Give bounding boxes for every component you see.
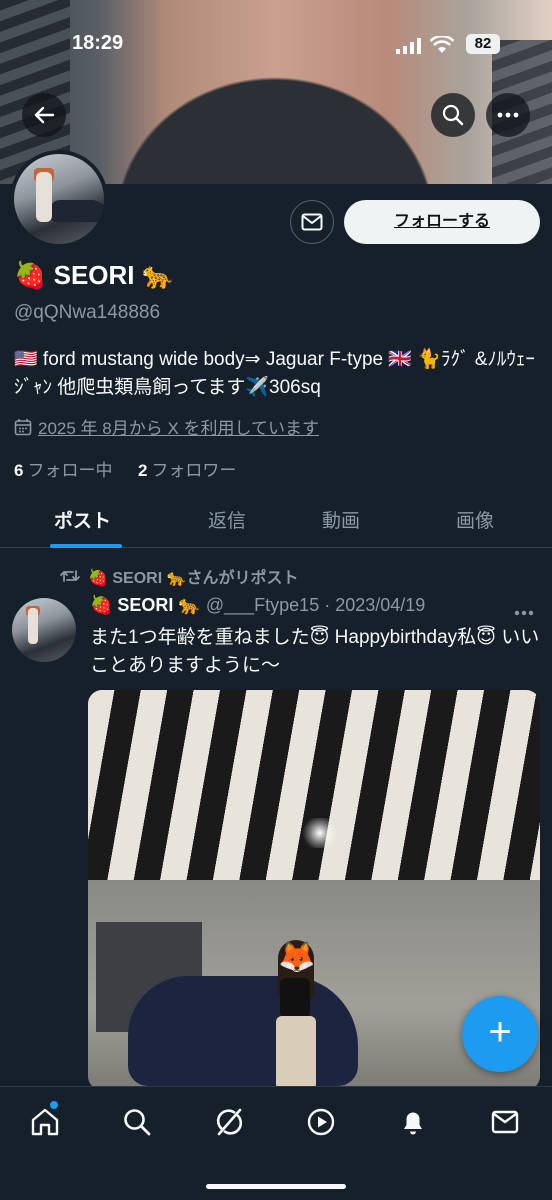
post-author-name[interactable]: 🍓 SEORI 🐆 <box>90 595 201 615</box>
nav-grok[interactable] <box>212 1105 246 1139</box>
joined-text: 2025 年 8月から X を利用しています <box>38 419 319 438</box>
avatar-car <box>50 200 104 222</box>
tab-replies[interactable]: 返信 <box>208 506 246 533</box>
search-button[interactable] <box>431 93 475 137</box>
profile-avatar[interactable] <box>10 150 108 248</box>
tab-posts[interactable]: ポスト <box>54 506 111 533</box>
back-button[interactable] <box>22 93 66 137</box>
image-light <box>300 818 340 848</box>
battery-indicator: 82 <box>466 34 500 54</box>
following-label: フォロー中 <box>27 461 113 480</box>
calendar-icon <box>14 418 32 435</box>
status-time: 18:29 <box>72 32 124 54</box>
message-button[interactable] <box>290 200 334 244</box>
post-more-button[interactable] <box>514 596 534 622</box>
compose-button[interactable]: + <box>462 996 538 1072</box>
profile-handle: @qQNwa148886 <box>14 302 161 323</box>
follow-counts: 6 フォロー中 2 フォロワー <box>14 456 236 481</box>
image-ceiling <box>88 690 540 880</box>
image-car <box>128 976 358 1086</box>
repost-icon <box>60 570 80 582</box>
mail-icon <box>301 213 323 231</box>
more-icon <box>514 610 534 616</box>
followers-label: フォロワー <box>151 461 237 480</box>
repost-indicator[interactable]: 🍓 SEORI 🐆さんがリポスト <box>60 564 299 588</box>
signal-icon <box>396 38 421 54</box>
nav-video[interactable] <box>304 1105 338 1139</box>
status-bar: 18:29 82 <box>0 30 552 60</box>
nav-home[interactable] <box>28 1105 62 1139</box>
fox-face-emoji: 🦊 <box>278 941 316 974</box>
followers-count: 2 <box>137 461 148 480</box>
grok-icon <box>216 1108 243 1136</box>
nav-search[interactable] <box>120 1105 154 1139</box>
profile-bio: 🇺🇸 ford mustang wide body⇒ Jaguar F-type… <box>14 349 535 398</box>
search-icon <box>124 1109 151 1136</box>
notification-dot <box>50 1101 58 1109</box>
following-count: 6 <box>14 461 24 480</box>
bottom-navigation <box>0 1086 552 1200</box>
wifi-icon <box>430 36 454 53</box>
home-indicator <box>206 1184 346 1189</box>
repost-label: 🍓 SEORI 🐆さんがリポスト <box>88 570 299 587</box>
search-icon <box>442 104 464 126</box>
back-arrow-icon <box>34 106 55 124</box>
nav-messages[interactable] <box>488 1105 522 1139</box>
active-tab-indicator <box>50 544 122 548</box>
follow-button[interactable]: フォローする <box>344 200 540 244</box>
tab-images[interactable]: 画像 <box>456 506 494 533</box>
more-icon <box>497 112 519 118</box>
bell-icon <box>404 1112 422 1135</box>
more-button[interactable] <box>486 93 530 137</box>
mail-icon <box>491 1110 519 1134</box>
profile-tabs: ポスト 返信 動画 画像 <box>0 494 552 548</box>
post-author-meta[interactable]: @___Ftype15 · 2023/04/19 <box>206 595 425 615</box>
followers-link[interactable]: 2 フォロワー <box>138 461 236 480</box>
profile-name: 🍓 SEORI 🐆 <box>14 260 175 290</box>
avatar-figure <box>28 608 38 644</box>
post-header: 🍓 SEORI 🐆 @___Ftype15 · 2023/04/19 <box>90 595 425 616</box>
joined-date[interactable]: 2025 年 8月から X を利用しています <box>14 414 319 439</box>
post-author-avatar[interactable] <box>12 598 76 662</box>
avatar-figure <box>36 172 52 222</box>
following-link[interactable]: 6 フォロー中 <box>14 461 112 480</box>
image-person: 🦊 <box>268 940 318 1090</box>
play-icon <box>307 1108 335 1136</box>
home-icon <box>31 1108 59 1136</box>
nav-notifications[interactable] <box>396 1105 430 1139</box>
banner-shirt <box>30 0 520 184</box>
tab-videos[interactable]: 動画 <box>322 506 360 533</box>
post-text: また1つ年齢を重ねました😇 Happybirthday私😇 いいことありますよう… <box>90 627 540 676</box>
